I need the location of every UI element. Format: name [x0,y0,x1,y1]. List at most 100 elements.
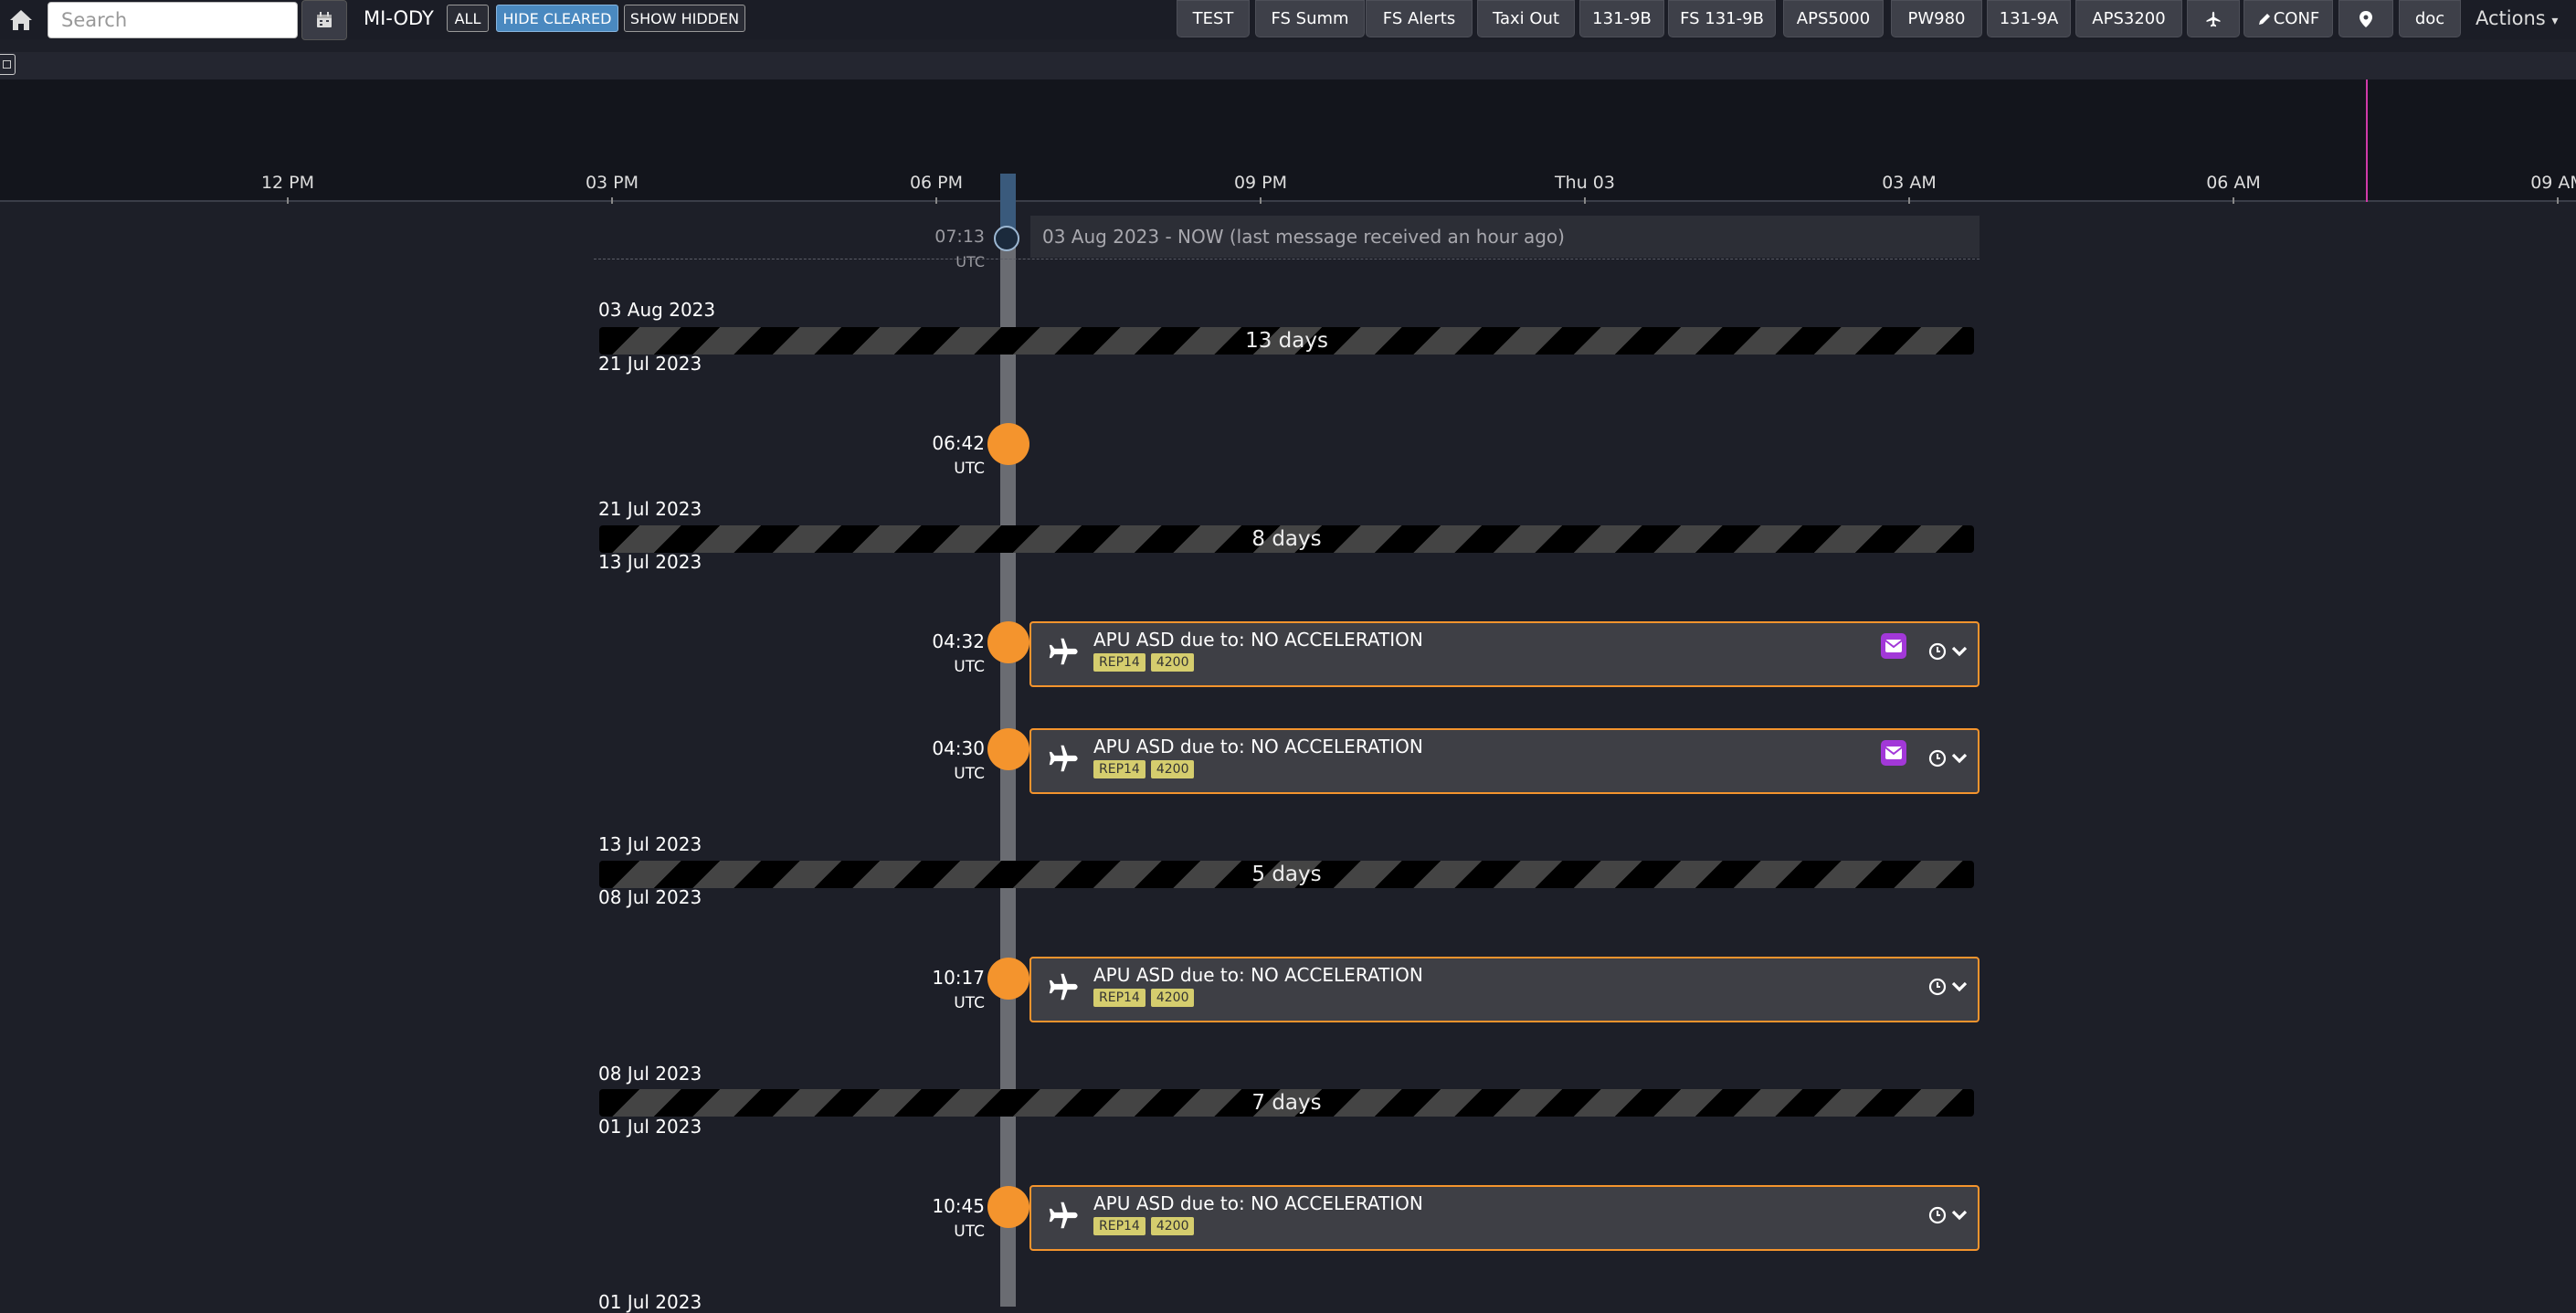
clock-icon[interactable] [1927,641,1948,662]
tag-badge: REP14 [1093,1217,1145,1235]
axis-tick [1584,197,1586,204]
event-card[interactable]: APU ASD due to: NO ACCELERATION REP14 42… [1029,1185,1980,1251]
tag-badge: REP14 [1093,989,1145,1007]
taxi-out-button[interactable]: Taxi Out [1477,0,1575,37]
doc-button[interactable]: doc [2399,0,2461,37]
filter-all-button[interactable]: ALL [447,5,489,32]
axis-tick [287,197,289,204]
chevron-down-icon[interactable] [1948,641,1970,662]
event-dot[interactable] [987,1186,1029,1228]
calendar-button[interactable] [301,0,347,40]
event-card[interactable]: APU ASD due to: NO ACCELERATION REP14 42… [1029,728,1980,794]
plane-icon [1049,745,1078,772]
131-9a-button[interactable]: 131-9A [1987,0,2071,37]
filter-hide-cleared-button[interactable]: HIDE CLEARED [496,5,618,32]
conf-label: CONF [2273,9,2320,28]
event-timezone: UTC [954,460,985,478]
event-tags: REP14 4200 [1093,760,1195,778]
home-icon [9,9,32,30]
aps5000-button[interactable]: APS5000 [1783,0,1884,37]
axis-tick [1908,197,1910,204]
gap-bar: 7 days [599,1089,1974,1117]
event-timezone: UTC [954,994,985,1012]
pw980-button[interactable]: PW980 [1891,0,1982,37]
tag-badge: 4200 [1150,1217,1195,1235]
gap-bar: 8 days [599,525,1974,553]
event-dot[interactable] [987,958,1029,1000]
mail-button[interactable] [1881,633,1906,659]
chevron-down-icon[interactable] [1948,747,1970,769]
gap-start-date: 03 Aug 2023 [598,299,716,321]
event-dot[interactable] [987,728,1029,770]
gap-start-date: 21 Jul 2023 [598,498,702,520]
clock-icon[interactable] [1927,977,1948,997]
conf-button[interactable]: CONF [2243,0,2333,37]
pencil-icon [2258,13,2270,25]
fs-alerts-button[interactable]: FS Alerts [1366,0,1473,37]
plane-icon [1049,973,1078,1001]
event-title: APU ASD due to: NO ACCELERATION [1093,629,1423,651]
event-card[interactable]: APU ASD due to: NO ACCELERATION REP14 42… [1029,957,1980,1022]
chevron-down-icon[interactable] [1948,1204,1970,1226]
test-button[interactable]: TEST [1177,0,1250,37]
now-marker-dot [994,226,1019,251]
gap-duration: 5 days [1251,863,1322,886]
mail-button[interactable] [1881,740,1906,766]
event-timezone: UTC [954,1223,985,1241]
plane-icon [1049,1202,1078,1229]
mail-icon [1885,640,1902,652]
timeline-overview[interactable] [0,79,2576,202]
event-card[interactable]: APU ASD due to: NO ACCELERATION REP14 42… [1029,621,1980,687]
axis-tick-label: Thu 03 [1555,173,1615,193]
event-time: 10:45 [932,1195,985,1217]
aps3200-button[interactable]: APS3200 [2075,0,2182,37]
event-dot[interactable] [987,621,1029,663]
131-9b-button[interactable]: 131-9B [1579,0,1664,37]
axis-tick-label: 06 PM [909,173,964,193]
gap-start-date: 13 Jul 2023 [598,833,702,855]
chevron-down-icon[interactable] [1948,976,1970,998]
axis-tick [2233,197,2234,204]
tag-badge: 4200 [1150,760,1195,778]
axis-tick-label: 03 PM [585,173,639,193]
gap-duration: 13 days [1245,329,1328,353]
event-tags: REP14 4200 [1093,1217,1195,1235]
now-banner-text: 03 Aug 2023 - NOW (last message received… [1042,226,1565,248]
home-button[interactable] [0,0,41,39]
search-input[interactable] [48,2,298,38]
event-title: APU ASD due to: NO ACCELERATION [1093,736,1423,757]
calendar-icon [317,12,332,27]
plane-button[interactable] [2187,0,2240,37]
event-tags: REP14 4200 [1093,989,1195,1007]
clock-icon[interactable] [1927,748,1948,768]
fs-131-9b-button[interactable]: FS 131-9B [1668,0,1776,37]
axis-tick [935,197,937,204]
timeline-axis [0,200,2576,202]
axis-tick-label: 09 PM [1233,173,1288,193]
gap-end-date: 21 Jul 2023 [598,353,702,375]
actions-label: Actions [2476,7,2546,29]
plane-icon [1049,638,1078,665]
fs-summ-button[interactable]: FS Summ [1255,0,1365,37]
panel-toggle-button[interactable] [0,54,16,75]
gap-duration: 8 days [1251,527,1322,551]
clock-icon[interactable] [1927,1205,1948,1225]
event-title: APU ASD due to: NO ACCELERATION [1093,964,1423,986]
actions-menu[interactable]: Actions ▾ [2476,7,2558,29]
gap-bar: 5 days [599,861,1974,888]
event-tags: REP14 4200 [1093,653,1195,672]
event-dot[interactable] [987,423,1029,465]
filter-show-hidden-button[interactable]: SHOW HIDDEN [624,5,745,32]
location-button[interactable] [2338,0,2393,37]
gap-duration: 7 days [1251,1091,1322,1115]
now-time: 07:13 [934,227,985,247]
aircraft-registration: MI-ODY [364,7,434,29]
event-time: 04:30 [932,737,985,759]
event-time: 04:32 [932,630,985,652]
event-timezone: UTC [954,658,985,676]
axis-tick [1260,197,1262,204]
event-timezone: UTC [954,765,985,783]
gap-end-date: 13 Jul 2023 [598,551,702,573]
caret-down-icon: ▾ [2551,14,2559,28]
tag-badge: REP14 [1093,760,1145,778]
